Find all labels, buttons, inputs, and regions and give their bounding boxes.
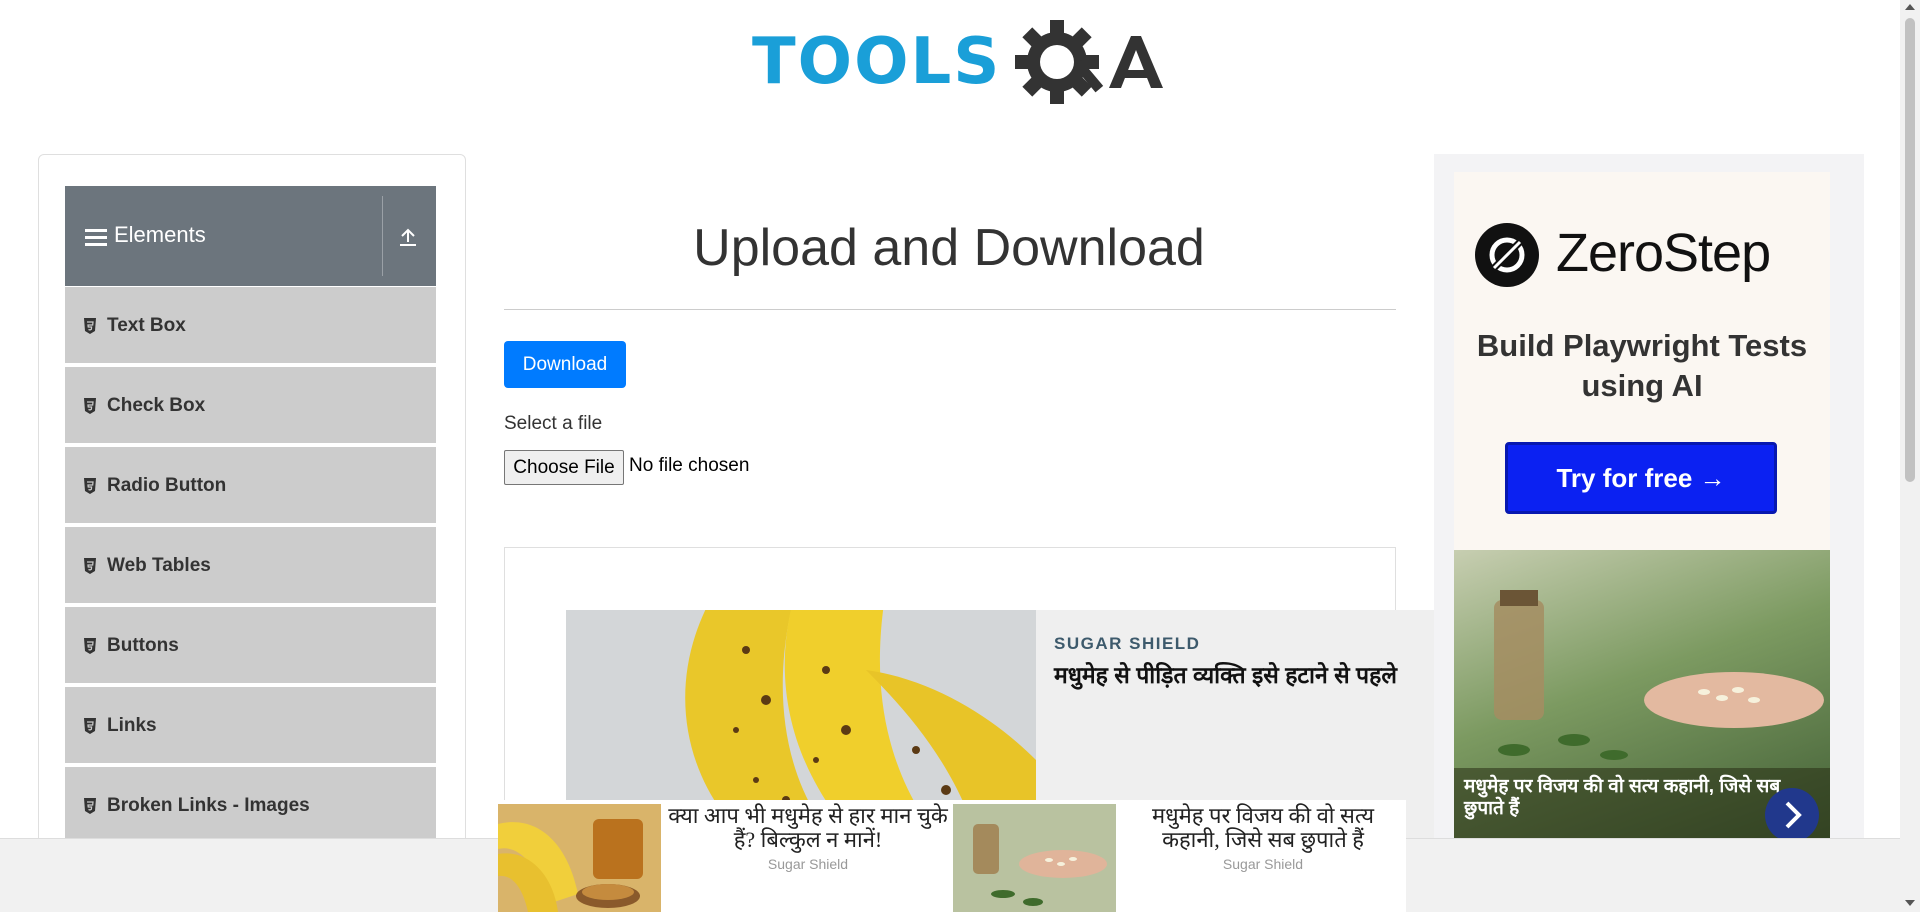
download-button[interactable]: Download bbox=[504, 341, 626, 388]
group-title: Elements bbox=[114, 222, 206, 247]
sidebar-item-buttons[interactable]: Buttons bbox=[65, 607, 436, 685]
ad-banana-honey-image[interactable] bbox=[498, 804, 661, 912]
sidebar-item-links[interactable]: Links bbox=[65, 687, 436, 765]
elements-group-header[interactable]: Elements bbox=[65, 186, 436, 286]
bottom-ad: क्या आप भी मधुमेह से हार मान चुके हैं? ब… bbox=[498, 800, 1406, 912]
try-for-free-button[interactable]: Try for free → bbox=[1505, 442, 1777, 514]
toolsqa-logo[interactable]: TOOLS bbox=[750, 18, 1163, 114]
html5-icon bbox=[84, 318, 96, 334]
scroll-up-icon[interactable] bbox=[1905, 4, 1915, 10]
divider bbox=[382, 196, 383, 276]
page-title: Upload and Download bbox=[693, 219, 1205, 277]
page-scrollbar[interactable] bbox=[1900, 0, 1920, 912]
logo-gear-icon bbox=[1015, 20, 1163, 104]
select-file-label: Select a file bbox=[504, 413, 603, 434]
collapse-up-icon[interactable] bbox=[397, 226, 419, 248]
right-ad-photo[interactable]: मधुमेह पर विजय की वो सत्य कहानी, जिसे सब… bbox=[1454, 550, 1830, 840]
sidebar-item-radio-button[interactable]: Radio Button bbox=[65, 447, 436, 525]
sidebar-item-broken-links[interactable]: Broken Links - Images bbox=[65, 767, 436, 845]
sidebar-item-check-box[interactable]: Check Box bbox=[65, 367, 436, 445]
bottom-ad-text[interactable]: क्या आप भी मधुमेह से हार मान चुके हैं? ब… bbox=[668, 804, 948, 852]
sidebar-item-label: Web Tables bbox=[107, 555, 211, 576]
sidebar-item-label: Text Box bbox=[107, 315, 186, 336]
html5-icon bbox=[84, 718, 96, 734]
hamburger-icon bbox=[85, 229, 107, 247]
chevron-right-icon[interactable] bbox=[1765, 788, 1819, 840]
choose-file-button[interactable]: Choose File bbox=[504, 450, 624, 485]
bottom-ad-text[interactable]: मधुमेह पर विजय की वो सत्य कहानी, जिसे सब… bbox=[1123, 804, 1403, 852]
sidebar-item-text-box[interactable]: Text Box bbox=[65, 287, 436, 365]
sidebar-item-label: Check Box bbox=[107, 395, 206, 416]
html5-icon bbox=[84, 398, 96, 414]
photo-caption: मधुमेह पर विजय की वो सत्य कहानी, जिसे सब… bbox=[1464, 776, 1781, 819]
ad-headline: मधुमेह से पीड़ित व्यक्ति इसे हटाने से पह… bbox=[1054, 662, 1397, 688]
logo-text: TOOLS bbox=[752, 25, 1002, 99]
title-divider bbox=[504, 309, 1396, 310]
bottom-ad-source: Sugar Shield bbox=[1222, 856, 1304, 872]
html5-icon bbox=[84, 798, 96, 814]
bottom-ad-source: Sugar Shield bbox=[767, 856, 849, 872]
scrollbar-thumb[interactable] bbox=[1905, 18, 1915, 482]
sidebar-item-label: Radio Button bbox=[107, 475, 227, 496]
sidebar-item-label: Links bbox=[107, 715, 157, 736]
zerostep-brand: ZeroStep bbox=[1556, 223, 1771, 283]
page: TOOLS Elements Text Box Check Box Radio … bbox=[0, 0, 1920, 912]
sidebar-item-web-tables[interactable]: Web Tables bbox=[65, 527, 436, 605]
ad-brand: SUGAR SHIELD bbox=[1054, 634, 1201, 653]
ad-pills-hand-image[interactable] bbox=[953, 804, 1116, 912]
zerostep-tagline: Build Playwright Tests using AI bbox=[1476, 328, 1808, 403]
html5-icon bbox=[84, 478, 96, 494]
sidebar-item-label: Buttons bbox=[107, 635, 179, 656]
scroll-down-icon[interactable] bbox=[1905, 900, 1915, 906]
html5-icon bbox=[84, 558, 96, 574]
html5-icon bbox=[84, 638, 96, 654]
zerostep-logo-icon bbox=[1475, 223, 1539, 287]
file-status-text: No file chosen bbox=[629, 455, 750, 476]
sidebar-item-label: Broken Links - Images bbox=[107, 795, 310, 816]
